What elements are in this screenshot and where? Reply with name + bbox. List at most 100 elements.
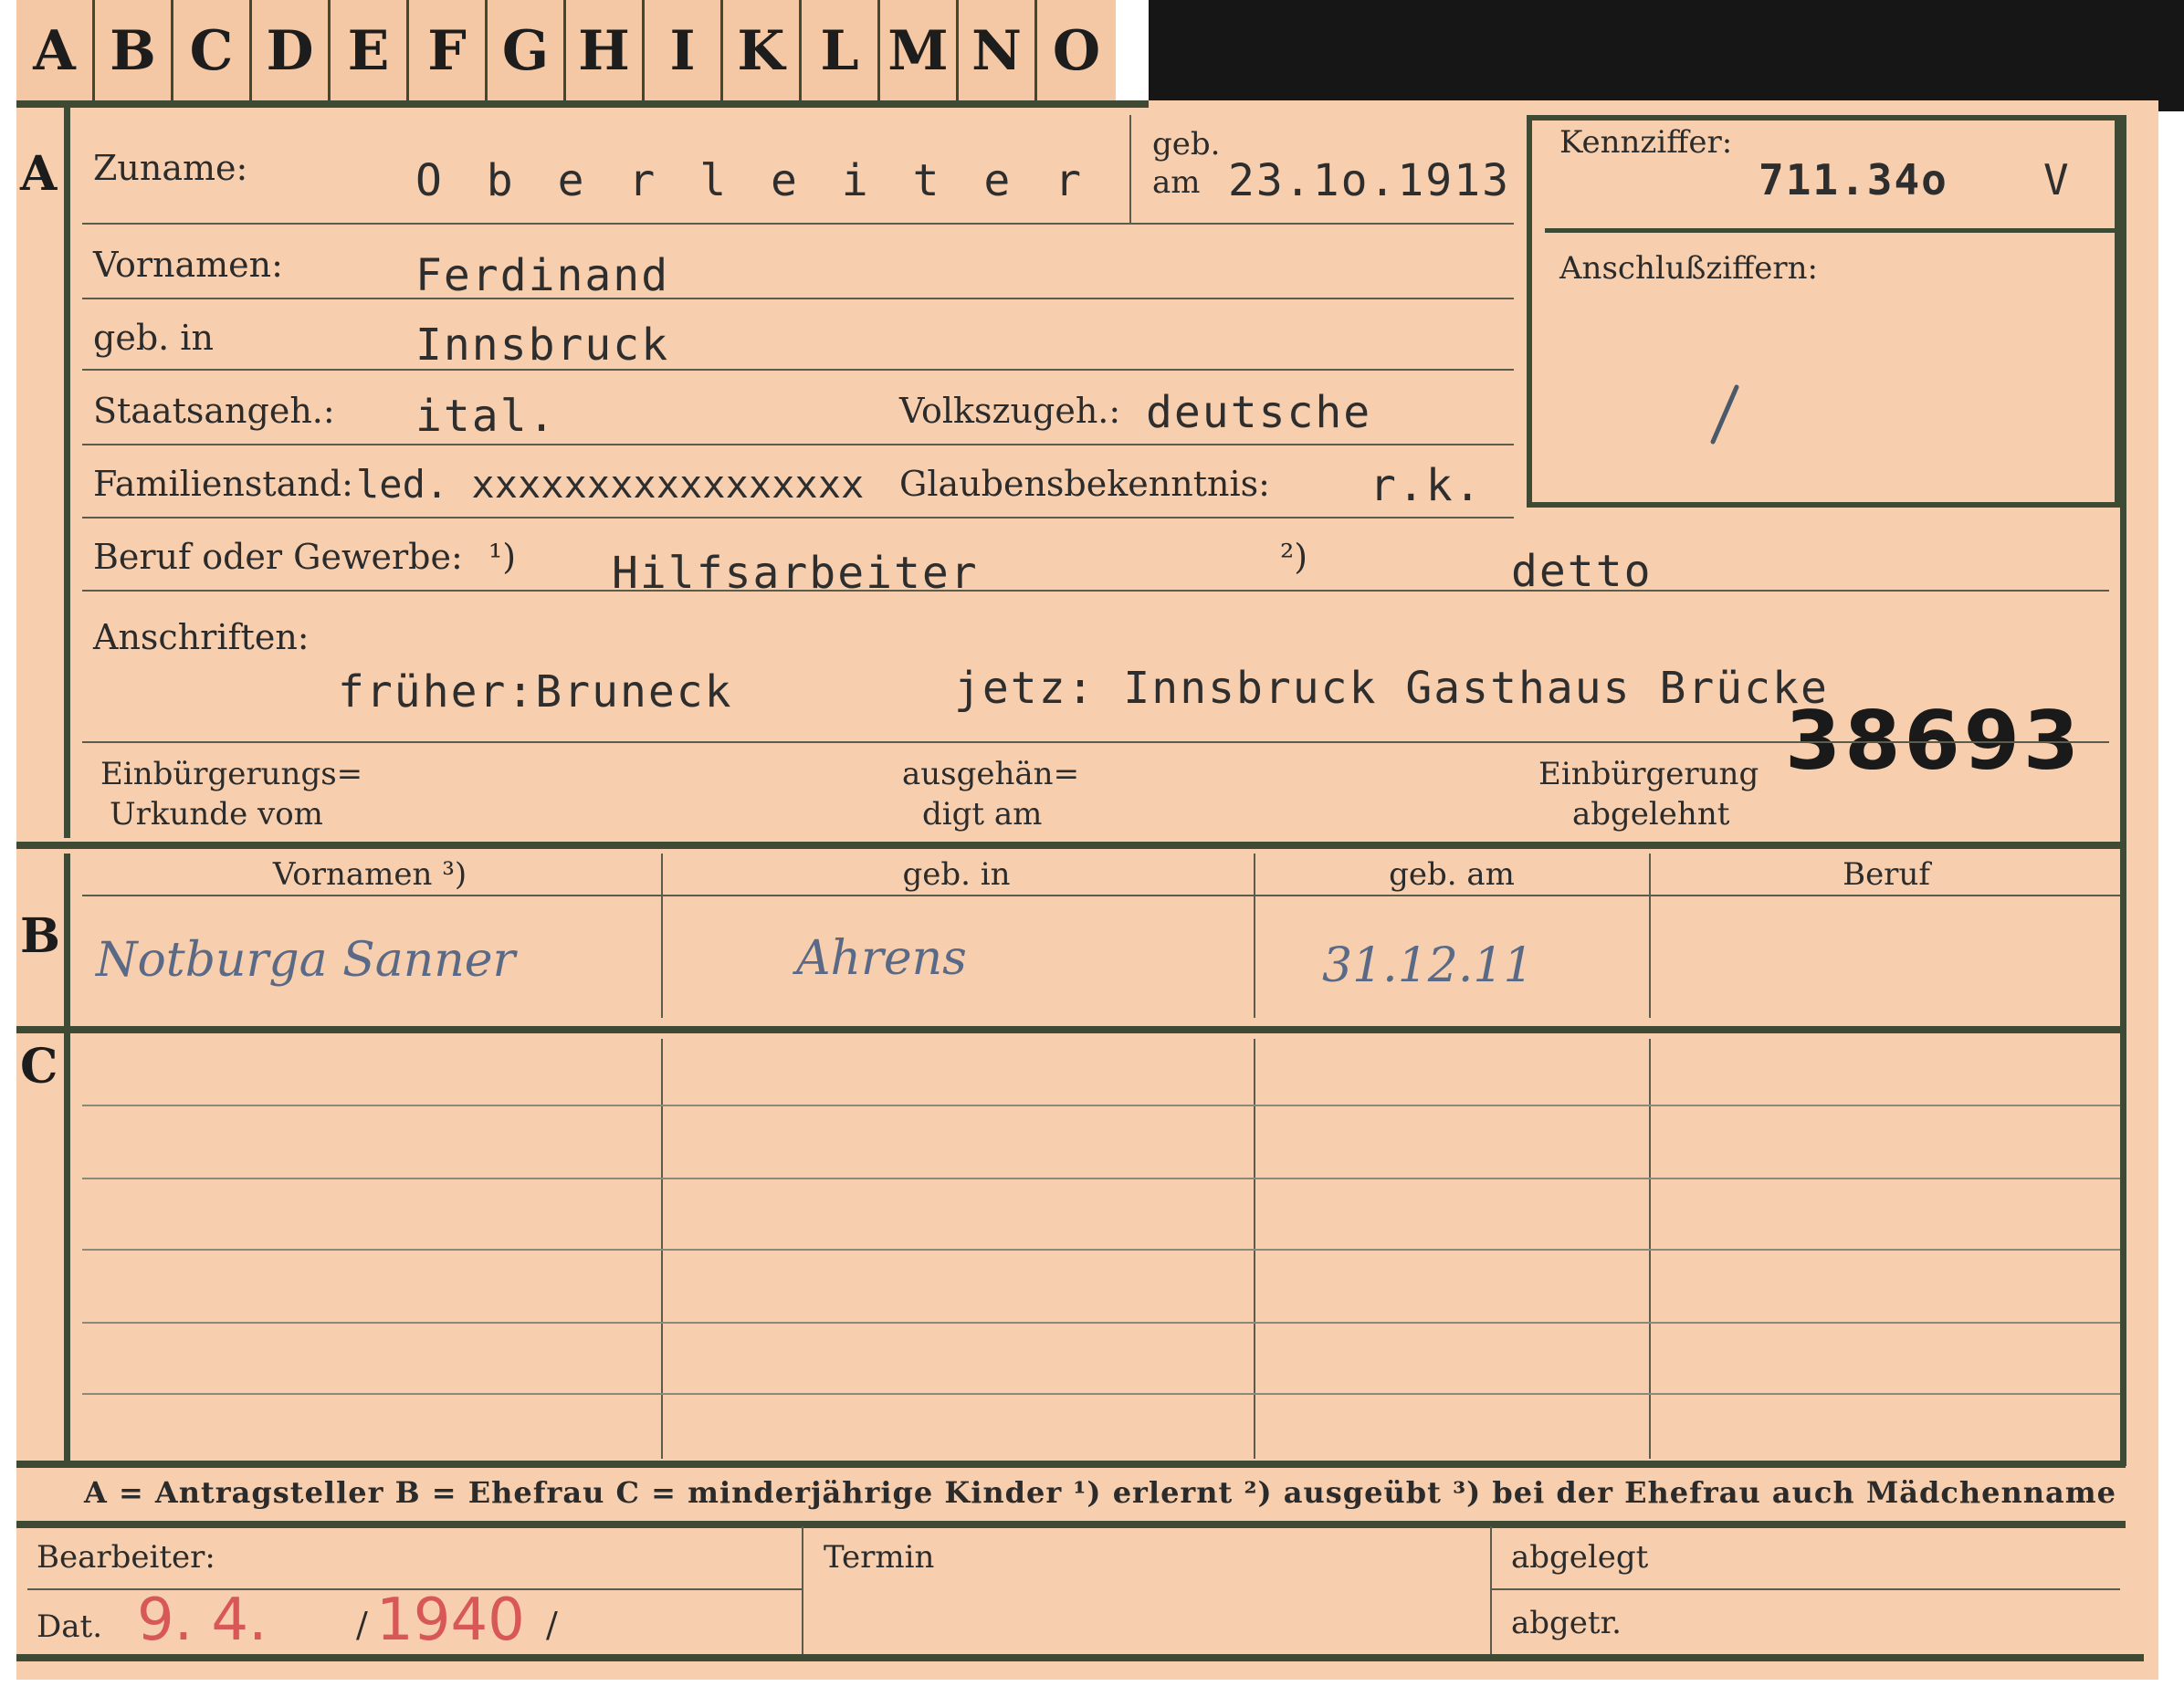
geb-in-label: geb. in [93, 318, 214, 358]
c-row-line-1 [82, 1105, 2120, 1106]
b-col-divider-2 [1254, 854, 1255, 1018]
tab-e[interactable]: E [331, 0, 409, 102]
col-header-vornamen: Vornamen ³) [272, 856, 467, 893]
kennziffer-label: Kennziffer: [1559, 124, 1733, 161]
anschluss-label: Anschlußziffern: [1559, 250, 1818, 287]
left-rule-b [64, 854, 70, 1027]
geb-in-value: Innsbruck [415, 319, 670, 371]
legend-bottom-rule [16, 1521, 2126, 1528]
tab-d[interactable]: D [252, 0, 331, 102]
section-divider-ab [16, 842, 2126, 849]
col-header-beruf: Beruf [1843, 856, 1930, 893]
legend-text: A = Antragsteller B = Ehefrau C = minder… [84, 1475, 2116, 1510]
alphabet-tabs: A B C D E F G H I K L M N O [16, 0, 1116, 106]
familienstand-label: Familienstand: [93, 464, 353, 504]
abgelegt-label: abgelegt [1511, 1539, 1649, 1576]
anschriften-label: Anschriften: [93, 617, 310, 657]
tab-a[interactable]: A [16, 0, 95, 102]
glaubens-value: r.k. [1370, 460, 1483, 511]
beruf-note-1: ¹) [488, 537, 517, 577]
tab-b[interactable]: B [95, 0, 173, 102]
anschrift-jetzt: jetz: Innsbruck Gasthaus Brücke [954, 663, 1829, 714]
staatsangeh-label: Staatsangeh.: [93, 391, 335, 431]
row-line-familie [82, 517, 1514, 519]
dat-separator-2: / [546, 1605, 558, 1645]
card-bottom-rule [16, 1654, 2144, 1661]
checkmark-icon [1710, 384, 1739, 445]
ausgehaendigt-line1: ausgehän= [902, 756, 1080, 792]
geb-am-value: 23.1o.1913 [1228, 155, 1510, 206]
bearbeiter-label: Bearbeiter: [37, 1539, 215, 1576]
row-line-gebin [82, 369, 1514, 371]
zuname-label: Zuname: [93, 148, 248, 188]
einbuergerung-urkunde-line1: Einbürgerungs= [100, 756, 363, 792]
c-row-line-3 [82, 1249, 2120, 1251]
vornamen-label: Vornamen: [93, 245, 283, 285]
c-row-line-2 [82, 1178, 2120, 1179]
row-line-vornamen [82, 298, 1514, 299]
tab-c[interactable]: C [173, 0, 252, 102]
beruf-note-2: ²) [1280, 537, 1308, 577]
tab-o[interactable]: O [1037, 0, 1116, 102]
tabs-divider [16, 100, 1149, 108]
tab-m[interactable]: M [880, 0, 959, 102]
geb-label: geb. [1152, 126, 1221, 162]
ausgehaendigt-line2: digt am [922, 796, 1043, 833]
row-line-zuname [82, 223, 1514, 225]
tab-i[interactable]: I [645, 0, 723, 102]
tab-g[interactable]: G [488, 0, 566, 102]
row-line-beruf [82, 590, 2109, 592]
volkszugeh-label: Volkszugeh.: [899, 391, 1121, 431]
b-col-divider-3 [1649, 854, 1651, 1018]
section-divider-bc [16, 1026, 2126, 1033]
b-geb-in-value: Ahrens [796, 931, 967, 986]
tab-h[interactable]: H [566, 0, 645, 102]
abgetr-label: abgetr. [1511, 1605, 1622, 1641]
glaubens-label: Glaubensbekenntnis: [899, 464, 1270, 504]
background-strip [1149, 0, 2184, 111]
familienstand-value: led. xxxxxxxxxxxxxxxxx [356, 462, 865, 507]
section-c-marker: C [20, 1039, 58, 1095]
am-label: am [1152, 164, 1201, 201]
abgelehnt-line2: abgelehnt [1572, 796, 1730, 833]
einbuergerung-urkunde-line2: Urkunde vom [110, 796, 323, 833]
b-vornamen-value: Notburga Sanner [96, 933, 516, 988]
kennziffer-divider [1545, 228, 2120, 233]
dat-separator-1: / [356, 1605, 368, 1645]
abgelehnt-line1: Einbürgerung [1538, 756, 1759, 792]
footer-divider-1 [802, 1526, 803, 1661]
vornamen-value: Ferdinand [415, 250, 670, 301]
footer-divider-2 [1490, 1526, 1492, 1661]
c-row-line-5 [82, 1393, 2120, 1395]
left-rule-a [64, 108, 70, 838]
row-line-staats [82, 444, 1514, 445]
dat-label: Dat. [37, 1608, 103, 1645]
staatsangeh-value: ital. [415, 391, 557, 442]
abgelegt-line [1490, 1588, 2120, 1590]
tab-n[interactable]: N [959, 0, 1037, 102]
section-b-marker: B [20, 908, 60, 964]
tab-k[interactable]: K [723, 0, 802, 102]
b-header-line [82, 895, 2120, 896]
col-header-geb-am: geb. am [1389, 856, 1515, 893]
tab-l[interactable]: L [802, 0, 880, 102]
c-row-line-4 [82, 1322, 2120, 1324]
beruf-label: Beruf oder Gewerbe: [93, 537, 463, 577]
dat-year: 1940 [376, 1587, 525, 1654]
geb-divider [1129, 115, 1131, 223]
dat-day: 9. 4. [137, 1587, 268, 1654]
left-rule-c [64, 1033, 70, 1462]
volkszugeh-value: deutsche [1146, 387, 1372, 438]
termin-label: Termin [824, 1539, 935, 1576]
col-header-geb-in: geb. in [902, 856, 1011, 893]
kennziffer-value: 711.34o [1759, 155, 1948, 204]
right-rule [2120, 115, 2126, 1466]
zuname-value: O b e r l e i t e r [415, 155, 1091, 206]
kennziffer-suffix: V [2043, 155, 2071, 204]
b-geb-am-value: 31.12.11 [1322, 938, 1534, 993]
anschrift-frueher: früher:Bruneck [338, 666, 733, 718]
tab-f[interactable]: F [409, 0, 488, 102]
section-a-marker: A [20, 146, 58, 202]
row-line-anschriften [82, 741, 2109, 743]
section-divider-legend [16, 1461, 2126, 1468]
